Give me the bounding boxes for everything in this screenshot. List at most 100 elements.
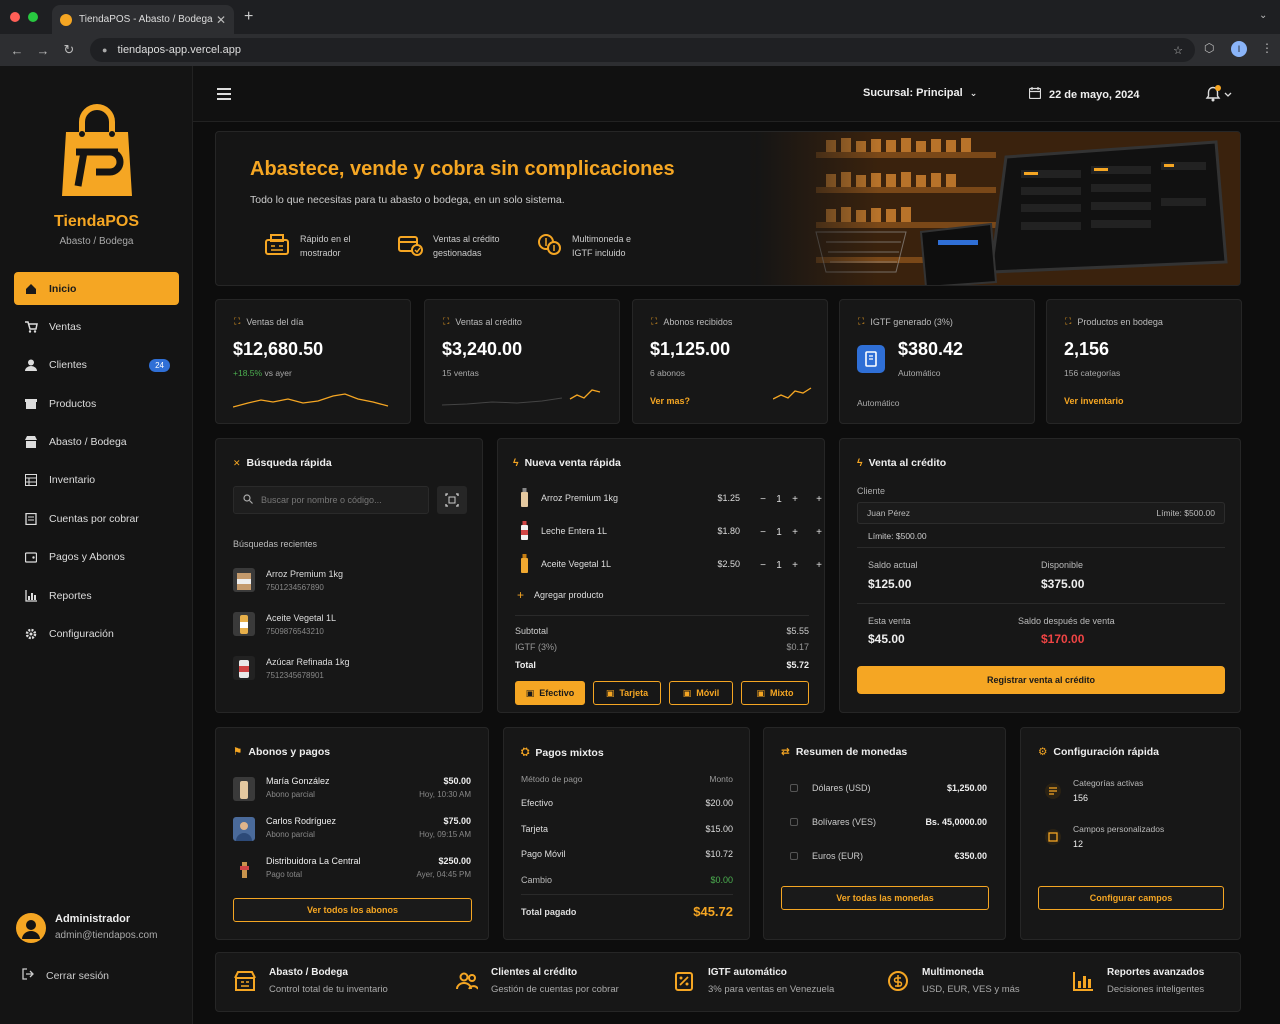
payment-row[interactable]: María González Abono parcial $50.00 Hoy,… bbox=[233, 775, 471, 805]
quantity-value[interactable]: 1 bbox=[771, 560, 787, 571]
saldo-value: $125.00 bbox=[868, 577, 912, 591]
pay-method-mixto[interactable]: ▣ Mixto bbox=[741, 681, 809, 705]
address-bar[interactable]: ● tiendapos-app.vercel.app ☆ bbox=[90, 38, 1195, 62]
product-icon bbox=[521, 488, 528, 507]
browser-tab[interactable]: TiendaPOS - Abasto / Bodega ✕ bbox=[52, 5, 234, 34]
feature-line: Ventas al crédito bbox=[433, 234, 500, 244]
payer-thumbnail bbox=[233, 817, 255, 841]
stat-ventas-dia: ⛶ Ventas del día $12,680.50 +18.5% vs aye… bbox=[215, 299, 411, 424]
branch-selector[interactable]: Sucursal: Principal ⌄ bbox=[863, 87, 977, 99]
pay-method-tarjeta[interactable]: ▣ Tarjeta bbox=[593, 681, 661, 705]
menu-toggle-icon[interactable] bbox=[217, 88, 231, 100]
back-button[interactable]: ← bbox=[4, 43, 30, 58]
product-code: 7501234567890 bbox=[266, 583, 324, 592]
hero-title: Abastece, vende y cobra sin complicacion… bbox=[250, 158, 675, 180]
add-line-button[interactable]: + bbox=[811, 494, 827, 505]
close-window-button[interactable] bbox=[10, 12, 20, 22]
close-tab-icon[interactable]: ✕ bbox=[216, 13, 226, 27]
extensions-icon[interactable]: ⬡ bbox=[1204, 41, 1214, 55]
configure-fields-button[interactable]: Configurar campos bbox=[1038, 886, 1224, 910]
decrement-button[interactable]: − bbox=[755, 494, 771, 505]
section-title: Búsqueda rápida bbox=[246, 457, 332, 469]
payment-amount: $75.00 bbox=[443, 816, 471, 826]
forward-button[interactable]: → bbox=[30, 43, 56, 58]
bookmark-star-icon[interactable]: ☆ bbox=[1173, 44, 1183, 57]
add-product-button[interactable]: + Agregar producto bbox=[517, 589, 604, 601]
notifications-button[interactable] bbox=[1205, 85, 1233, 103]
date-display[interactable]: 22 de mayo, 2024 bbox=[1028, 87, 1140, 102]
section-title: Configuración rápida bbox=[1053, 746, 1160, 758]
sidebar-item-label: Productos bbox=[49, 397, 97, 410]
sidebar-item-cuentas[interactable]: Cuentas por cobrar bbox=[14, 502, 179, 535]
add-line-button[interactable]: + bbox=[811, 560, 827, 571]
amount: $10.72 bbox=[705, 849, 733, 859]
payment-type: Abono parcial bbox=[266, 830, 315, 839]
barcode-scan-button[interactable] bbox=[437, 486, 467, 514]
sidebar-item-ventas[interactable]: Ventas bbox=[14, 310, 179, 343]
quantity-value[interactable]: 1 bbox=[771, 494, 787, 505]
ver-mas-link[interactable]: Ver mas? bbox=[650, 396, 690, 406]
sidebar-item-reportes[interactable]: Reportes bbox=[14, 579, 179, 612]
mixed-row: Efectivo $20.00 bbox=[521, 798, 733, 808]
decrement-button[interactable]: − bbox=[755, 527, 771, 538]
recent-search-item[interactable]: Aceite Vegetal 1L 7509876543210 bbox=[233, 608, 463, 644]
igtf-app-icon bbox=[857, 345, 885, 373]
payment-amount: $50.00 bbox=[443, 776, 471, 786]
increment-button[interactable]: + bbox=[787, 560, 803, 571]
tab-search-icon[interactable]: ⌄ bbox=[1259, 10, 1267, 21]
sidebar-item-configuracion[interactable]: Configuración bbox=[14, 618, 179, 651]
quick-config-panel: ⚙ Configuración rápida Categorías activas… bbox=[1020, 727, 1241, 940]
user-profile[interactable]: Administrador admin@tiendapos.com bbox=[16, 911, 186, 951]
sidebar-item-inicio[interactable]: Inicio bbox=[14, 272, 179, 305]
wallet-icon bbox=[23, 550, 39, 564]
box-icon bbox=[23, 397, 39, 411]
pay-method-movil[interactable]: ▣ Móvil bbox=[669, 681, 733, 705]
increment-button[interactable]: + bbox=[787, 494, 803, 505]
client-field[interactable]: Juan Pérez Límite: $500.00 bbox=[857, 502, 1225, 524]
view-all-payments-button[interactable]: Ver todos los abonos bbox=[233, 898, 472, 922]
reload-button[interactable]: ↻ bbox=[56, 42, 82, 58]
pay-method-efectivo[interactable]: ▣ Efectivo bbox=[515, 681, 585, 705]
sidebar-item-productos[interactable]: Productos bbox=[14, 387, 179, 420]
payment-row[interactable]: Distribuidora La Central Pago total $250… bbox=[233, 855, 471, 885]
search-input[interactable]: Buscar por nombre o código... bbox=[233, 486, 429, 514]
profile-avatar[interactable]: I bbox=[1231, 41, 1247, 57]
saldo-despues-label: Saldo después de venta bbox=[1018, 616, 1115, 626]
user-icon bbox=[23, 358, 39, 372]
phone-icon: ▣ bbox=[682, 687, 692, 698]
ver-inventario-link[interactable]: Ver inventario bbox=[1064, 396, 1124, 406]
decrement-button[interactable]: − bbox=[755, 560, 771, 571]
quantity-value[interactable]: 1 bbox=[771, 527, 787, 538]
feature-line: IGTF incluido bbox=[572, 248, 626, 258]
increment-button[interactable]: + bbox=[787, 527, 803, 538]
view-all-currencies-button[interactable]: Ver todas las monedas bbox=[781, 886, 989, 910]
product-name: Aceite Vegetal 1L bbox=[266, 613, 337, 623]
payment-row[interactable]: Carlos Rodríguez Abono parcial $75.00 Ho… bbox=[233, 815, 471, 845]
feature-line: gestionadas bbox=[433, 248, 482, 258]
sidebar-item-pagos[interactable]: Pagos y Abonos bbox=[14, 541, 179, 574]
recent-search-item[interactable]: Arroz Premium 1kg 7501234567890 bbox=[233, 564, 463, 600]
search-icon bbox=[243, 494, 253, 506]
sale-line-item: Arroz Premium 1kg $1.25 −1 + + bbox=[515, 488, 822, 510]
add-line-button[interactable]: + bbox=[811, 527, 827, 538]
sidebar-item-clientes[interactable]: Clientes 24 bbox=[14, 349, 179, 382]
sidebar-item-label: Clientes bbox=[49, 359, 87, 372]
hero-banner: Abastece, vende y cobra sin complicacion… bbox=[215, 131, 1241, 286]
sidebar-item-inventario[interactable]: Inventario bbox=[14, 464, 179, 497]
product-name: Aceite Vegetal 1L bbox=[541, 559, 612, 569]
sidebar-item-abasto[interactable]: Abasto / Bodega bbox=[14, 426, 179, 459]
recent-search-item[interactable]: Azúcar Refinada 1kg 7512345678901 bbox=[233, 652, 463, 688]
new-tab-button[interactable]: + bbox=[244, 8, 253, 26]
site-info-icon[interactable]: ● bbox=[102, 45, 107, 55]
register-icon bbox=[265, 234, 289, 255]
logout-button[interactable]: Cerrar sesión bbox=[22, 968, 109, 983]
maximize-window-button[interactable] bbox=[28, 12, 38, 22]
gear-icon bbox=[23, 627, 39, 641]
payment-amount: $250.00 bbox=[438, 856, 471, 866]
register-credit-sale-button[interactable]: Registrar venta al crédito bbox=[857, 666, 1225, 694]
mixed-icon: ▣ bbox=[756, 687, 765, 698]
card-icon: ▣ bbox=[605, 687, 615, 698]
browser-menu-icon[interactable]: ⋮ bbox=[1261, 41, 1273, 55]
divider bbox=[515, 615, 809, 616]
divider bbox=[521, 894, 733, 895]
